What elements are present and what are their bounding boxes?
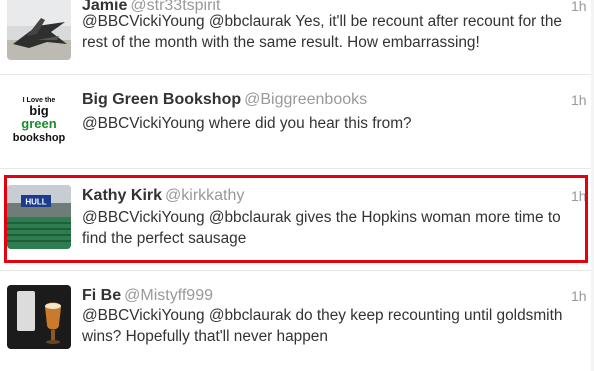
tweet-item[interactable]: Fi Be @Mistyff999 1h @BBCVickiYoung @bbcl… [0,271,594,371]
bookshop-logo-icon: I Love the big green bookshop [7,89,71,153]
avatar[interactable] [7,0,71,60]
author-handle[interactable]: @Mistyff999 [124,287,213,304]
avatar[interactable] [7,285,71,349]
avatar[interactable]: I Love the big green bookshop [7,89,71,153]
logo-line-4: bookshop [13,132,66,144]
beer-glass-photo-icon [7,285,71,349]
author-name[interactable]: Big Green Bookshop [82,91,241,108]
highlight-box [4,175,588,263]
timestamp[interactable]: 1h [571,90,587,110]
tweet-feed: Jamie @str33tspirit 1h @BBCVickiYoung @bb… [0,0,594,371]
tweet-text: @BBCVickiYoung @bbclaurak Yes, it'll be … [82,13,562,51]
author-name[interactable]: Fi Be [82,287,121,304]
author-handle[interactable]: @Biggreenbooks [244,91,367,108]
tweet-item[interactable]: I Love the big green bookshop Big Green … [0,75,594,163]
jet-aircraft-photo-icon [7,0,71,60]
tweet-item[interactable]: Jamie @str33tspirit 1h @BBCVickiYoung @bb… [0,0,594,74]
tweet-text: @BBCVickiYoung where did you hear this f… [82,115,412,132]
logo-line-3: green [21,116,56,131]
timestamp[interactable]: 1h [571,286,587,306]
tweet-text: @BBCVickiYoung @bbclaurak do they keep r… [82,307,563,345]
